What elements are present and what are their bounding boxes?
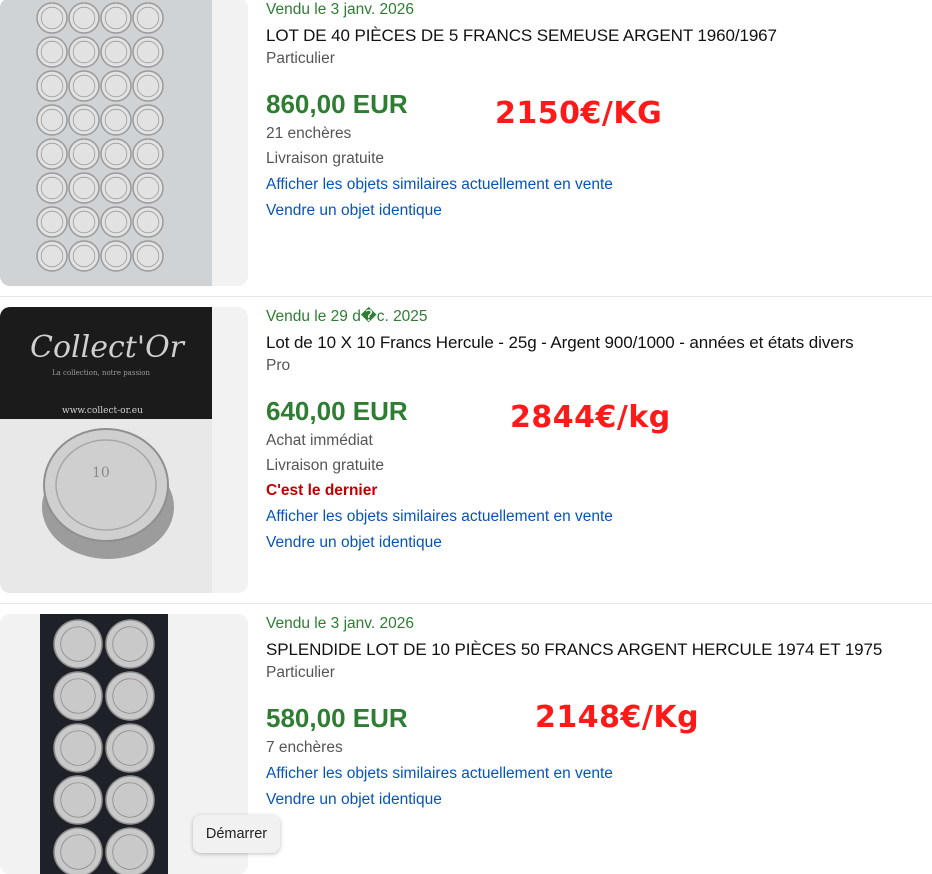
price-per-kg-note: 2844€/kg — [510, 400, 671, 435]
brand-tagline: La collection, notre passion — [52, 369, 150, 377]
coin-shape — [105, 671, 155, 721]
sold-date: Vendu le 3 janv. 2026 — [266, 1, 414, 18]
sell-similar-link[interactable]: Vendre un objet identique — [266, 533, 932, 553]
price-per-kg-note: 2148€/Kg — [535, 700, 700, 735]
brand-url: www.collect-or.eu — [62, 406, 143, 416]
listing-1-image[interactable] — [0, 0, 248, 286]
coins-grid-image — [0, 0, 212, 286]
coin-shape — [105, 723, 155, 773]
coin-shape — [53, 775, 103, 825]
sold-date: Vendu le 29 d�c. 2025 — [266, 308, 428, 325]
seller-type: Pro — [266, 357, 291, 374]
listing-title[interactable]: Lot de 10 X 10 Francs Hercule - 25g - Ar… — [266, 332, 932, 354]
brand-text: Collect'Or — [30, 330, 186, 365]
bid-count: 7 enchères — [266, 739, 343, 756]
coin-shape — [105, 775, 155, 825]
divider — [0, 603, 932, 604]
last-item-badge: C'est le dernier — [266, 482, 378, 499]
coin-shape — [53, 619, 103, 669]
listing-title[interactable]: LOT DE 40 PIÈCES DE 5 FRANCS SEMEUSE ARG… — [266, 25, 932, 47]
similar-items-link[interactable]: Afficher les objets similaires actuellem… — [266, 507, 932, 527]
shipping-info: Livraison gratuite — [266, 457, 385, 474]
listing-title[interactable]: SPLENDIDE LOT DE 10 PIÈCES 50 FRANCS ARG… — [266, 639, 932, 661]
svg-text:10: 10 — [92, 465, 110, 481]
coin-shape — [53, 671, 103, 721]
listing-2-image[interactable]: Collect'Or La collection, notre passion … — [0, 307, 248, 593]
sold-date: Vendu le 3 janv. 2026 — [266, 615, 414, 632]
sell-similar-link[interactable]: Vendre un objet identique — [266, 201, 932, 221]
coin-shape — [53, 723, 103, 773]
seller-type: Particulier — [266, 50, 335, 67]
similar-items-link[interactable]: Afficher les objets similaires actuellem… — [266, 175, 932, 195]
collector-coins-image: Collect'Or La collection, notre passion … — [0, 307, 212, 593]
start-button[interactable]: Démarrer — [193, 815, 280, 853]
divider — [0, 296, 932, 297]
similar-items-link[interactable]: Afficher les objets similaires actuellem… — [266, 764, 932, 784]
price-per-kg-note: 2150€/KG — [495, 96, 663, 131]
coin-shape — [105, 619, 155, 669]
shipping-info: Livraison gratuite — [266, 150, 385, 167]
seller-type: Particulier — [266, 664, 335, 681]
sell-similar-link[interactable]: Vendre un objet identique — [266, 790, 932, 810]
